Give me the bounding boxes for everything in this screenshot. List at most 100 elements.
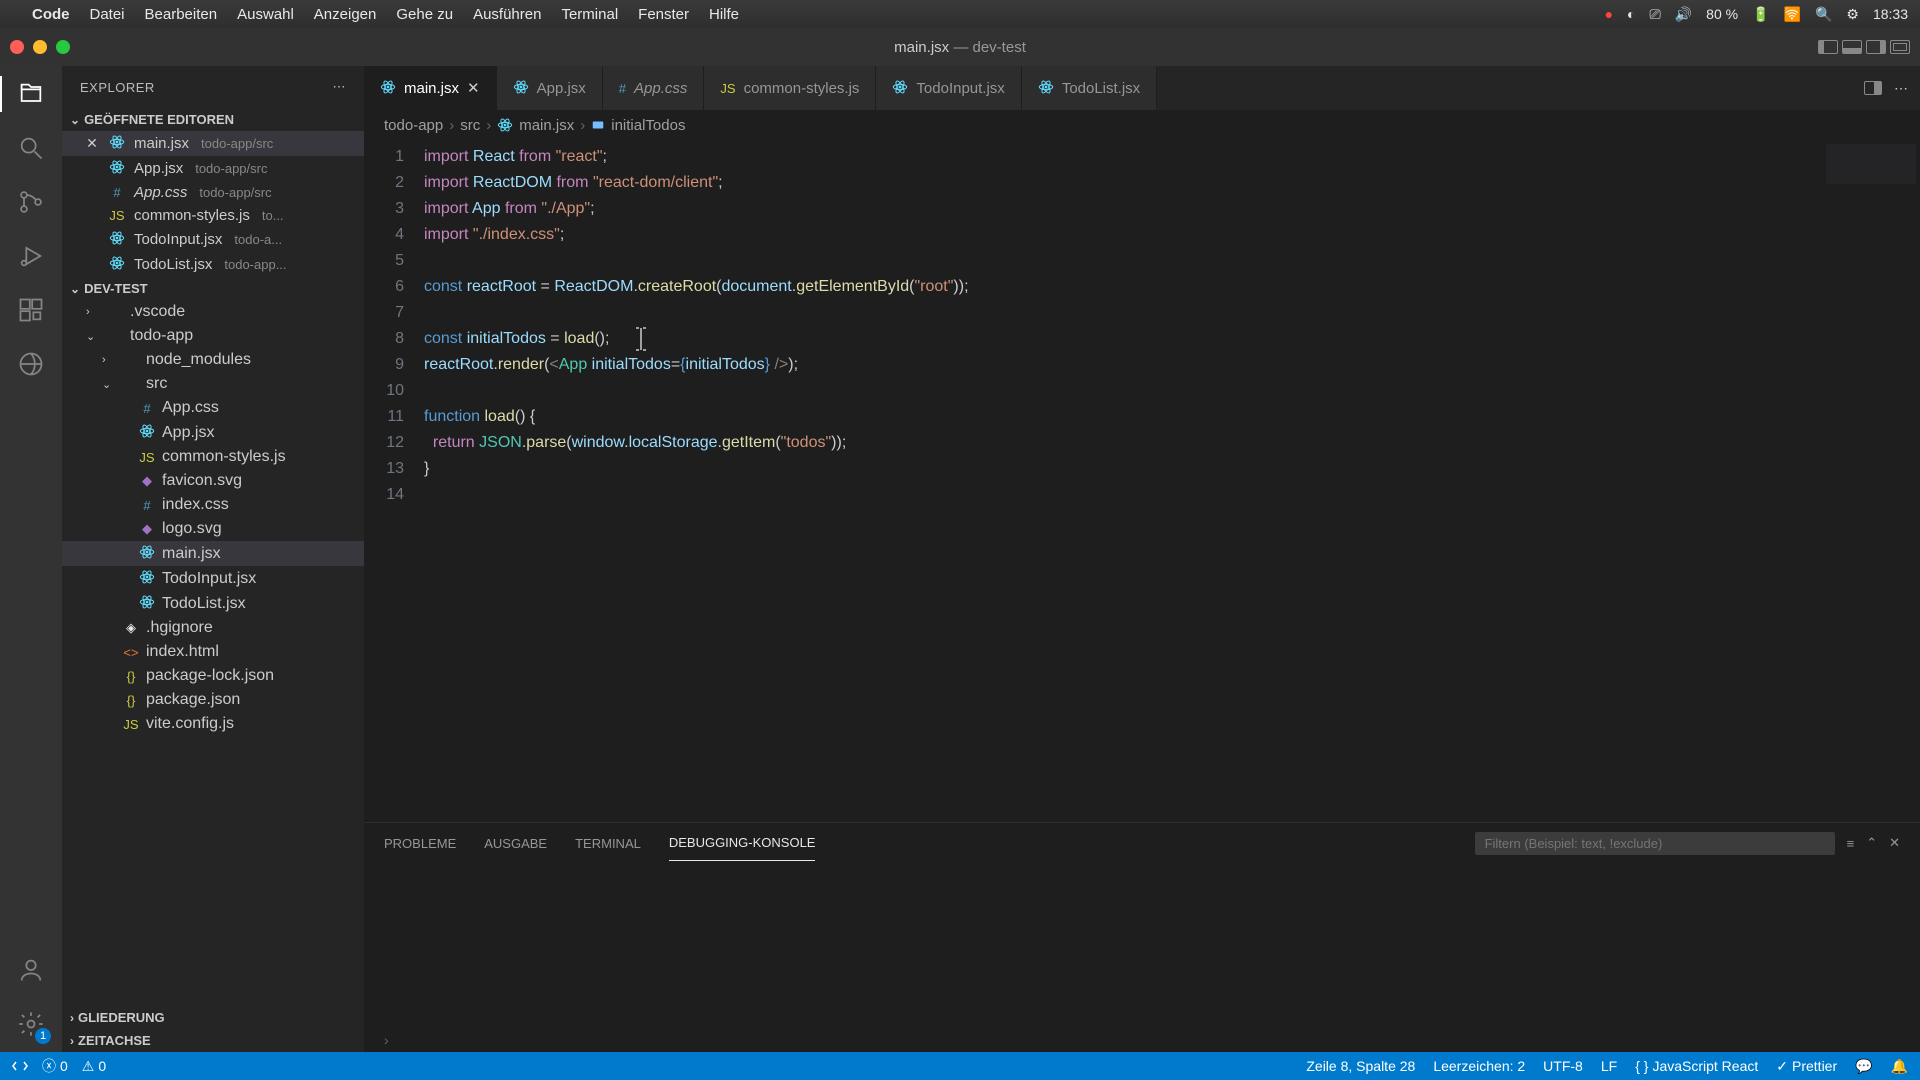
file-item[interactable]: ◈.hgignore <box>62 616 364 640</box>
notifications-icon[interactable]: 🔔 <box>1891 1058 1908 1075</box>
customize-layout-icon[interactable] <box>1890 40 1910 54</box>
file-item[interactable]: JScommon-styles.js <box>62 445 364 469</box>
file-item[interactable]: ◆logo.svg <box>62 517 364 541</box>
open-editor-item[interactable]: TodoInput.jsxtodo-a... <box>62 227 364 252</box>
file-item[interactable]: <>index.html <box>62 640 364 664</box>
warnings-count[interactable]: ⚠ 0 <box>82 1058 106 1075</box>
menu-terminal[interactable]: Terminal <box>561 6 618 23</box>
folder-item[interactable]: ›node_modules <box>62 348 364 372</box>
feedback-icon[interactable]: 💬 <box>1855 1058 1872 1075</box>
prettier-status[interactable]: ✓ Prettier <box>1776 1058 1837 1075</box>
settings-activity-icon[interactable]: 1 <box>15 1008 47 1040</box>
close-tab-icon[interactable]: ✕ <box>467 79 480 97</box>
control-center-icon[interactable]: ⚙︎ <box>1846 6 1859 23</box>
file-item[interactable]: {}package-lock.json <box>62 664 364 688</box>
toggle-secondary-sidebar-icon[interactable] <box>1866 40 1886 54</box>
cursor-position[interactable]: Zeile 8, Spalte 28 <box>1306 1058 1415 1074</box>
minimize-window-button[interactable] <box>33 40 47 54</box>
panel-settings-icon[interactable]: ≡ <box>1847 836 1855 851</box>
accounts-activity-icon[interactable] <box>15 954 47 986</box>
tab-more-icon[interactable]: ⋯ <box>1894 80 1908 97</box>
language-mode[interactable]: { } JavaScript React <box>1635 1058 1758 1074</box>
open-editor-item[interactable]: ✕main.jsxtodo-app/src <box>62 131 364 156</box>
file-item[interactable]: JSvite.config.js <box>62 712 364 736</box>
extensions-activity-icon[interactable] <box>15 294 47 326</box>
editor-tab[interactable]: TodoList.jsx <box>1022 66 1157 110</box>
eol[interactable]: LF <box>1601 1058 1617 1074</box>
app-name[interactable]: Code <box>32 6 70 23</box>
encoding[interactable]: UTF-8 <box>1543 1058 1583 1074</box>
toggle-primary-sidebar-icon[interactable] <box>1818 40 1838 54</box>
tab-ausgabe[interactable]: AUSGABE <box>484 826 547 861</box>
debug-console-body[interactable] <box>364 863 1920 1028</box>
tab-terminal[interactable]: TERMINAL <box>575 826 641 861</box>
breadcrumb[interactable]: todo-app› src› main.jsx› initialTodos <box>364 110 1920 140</box>
menu-ausfuehren[interactable]: Ausführen <box>473 6 541 23</box>
open-editor-item[interactable]: #App.csstodo-app/src <box>62 181 364 204</box>
file-item[interactable]: TodoInput.jsx <box>62 566 364 591</box>
tab-probleme[interactable]: PROBLEME <box>384 826 456 861</box>
editor-tab[interactable]: main.jsx✕ <box>364 66 497 110</box>
search-activity-icon[interactable] <box>15 132 47 164</box>
panel-close-icon[interactable]: ✕ <box>1889 835 1900 851</box>
tab-debugging-konsole[interactable]: DEBUGGING-KONSOLE <box>669 825 816 861</box>
folder-item[interactable]: ⌄todo-app <box>62 324 364 348</box>
volume-icon[interactable]: 🔊 <box>1675 6 1692 23</box>
code-content[interactable]: import React from "react"; import ReactD… <box>424 140 1920 822</box>
panel-filter-input[interactable] <box>1475 832 1835 855</box>
explorer-activity-icon[interactable] <box>15 78 47 110</box>
editor-tab[interactable]: App.jsx <box>497 66 603 110</box>
menu-datei[interactable]: Datei <box>90 6 125 23</box>
file-item[interactable]: App.jsx <box>62 420 364 445</box>
close-editor-icon[interactable]: ✕ <box>84 135 100 152</box>
menu-anzeigen[interactable]: Anzeigen <box>314 6 377 23</box>
minimap[interactable] <box>1826 144 1916 184</box>
indentation[interactable]: Leerzeichen: 2 <box>1433 1058 1525 1074</box>
settings-badge: 1 <box>35 1028 51 1044</box>
file-item[interactable]: {}package.json <box>62 688 364 712</box>
wifi-icon[interactable]: 🛜 <box>1784 6 1801 23</box>
outline-section[interactable]: ›GLIEDERUNG <box>62 1006 364 1029</box>
remote-status-icon[interactable] <box>12 1058 28 1074</box>
open-editor-item[interactable]: App.jsxtodo-app/src <box>62 156 364 181</box>
folder-item[interactable]: ›.vscode <box>62 300 364 324</box>
menubar-time[interactable]: 18:33 <box>1873 6 1908 22</box>
open-editor-item[interactable]: JScommon-styles.jsto... <box>62 204 364 227</box>
errors-count[interactable]: ⓧ 0 <box>42 1056 68 1076</box>
editor-tab[interactable]: JScommon-styles.js <box>704 66 876 110</box>
file-icon <box>108 255 126 274</box>
menu-hilfe[interactable]: Hilfe <box>709 6 739 23</box>
file-icon: ◆ <box>138 521 156 537</box>
menu-gehezu[interactable]: Gehe zu <box>396 6 453 23</box>
search-icon[interactable]: 🔍 <box>1815 6 1832 23</box>
editor-tab[interactable]: #App.css <box>603 66 705 110</box>
tray-icon[interactable]: ◐ <box>1627 6 1635 22</box>
folder-item[interactable]: ⌄src <box>62 372 364 396</box>
menu-auswahl[interactable]: Auswahl <box>237 6 294 23</box>
file-item[interactable]: TodoList.jsx <box>62 591 364 616</box>
file-item[interactable]: #App.css <box>62 396 364 420</box>
file-item[interactable]: ◆favicon.svg <box>62 469 364 493</box>
source-control-activity-icon[interactable] <box>15 186 47 218</box>
record-icon[interactable]: ● <box>1605 6 1613 22</box>
zoom-window-button[interactable] <box>56 40 70 54</box>
file-item[interactable]: #index.css <box>62 493 364 517</box>
file-item[interactable]: main.jsx <box>62 541 364 566</box>
code-editor[interactable]: 1234567891011121314 import React from "r… <box>364 140 1920 822</box>
open-editors-section[interactable]: ⌄GEÖFFNETE EDITOREN <box>62 108 364 131</box>
explorer-more-icon[interactable]: ⋯ <box>333 79 347 95</box>
timeline-section[interactable]: ›ZEITACHSE <box>62 1029 364 1052</box>
remote-activity-icon[interactable] <box>15 348 47 380</box>
split-editor-icon[interactable] <box>1864 81 1882 95</box>
menu-fenster[interactable]: Fenster <box>638 6 689 23</box>
workspace-section[interactable]: ⌄DEV-TEST <box>62 277 364 300</box>
debug-activity-icon[interactable] <box>15 240 47 272</box>
open-editor-item[interactable]: TodoList.jsxtodo-app... <box>62 252 364 277</box>
editor-tab[interactable]: TodoInput.jsx <box>876 66 1021 110</box>
battery-icon[interactable]: 🔋 <box>1752 6 1769 23</box>
close-window-button[interactable] <box>10 40 24 54</box>
toggle-panel-icon[interactable] <box>1842 40 1862 54</box>
display-icon[interactable]: ⎚ <box>1650 6 1661 23</box>
menu-bearbeiten[interactable]: Bearbeiten <box>145 6 218 23</box>
panel-collapse-icon[interactable]: ⌃ <box>1866 835 1877 851</box>
